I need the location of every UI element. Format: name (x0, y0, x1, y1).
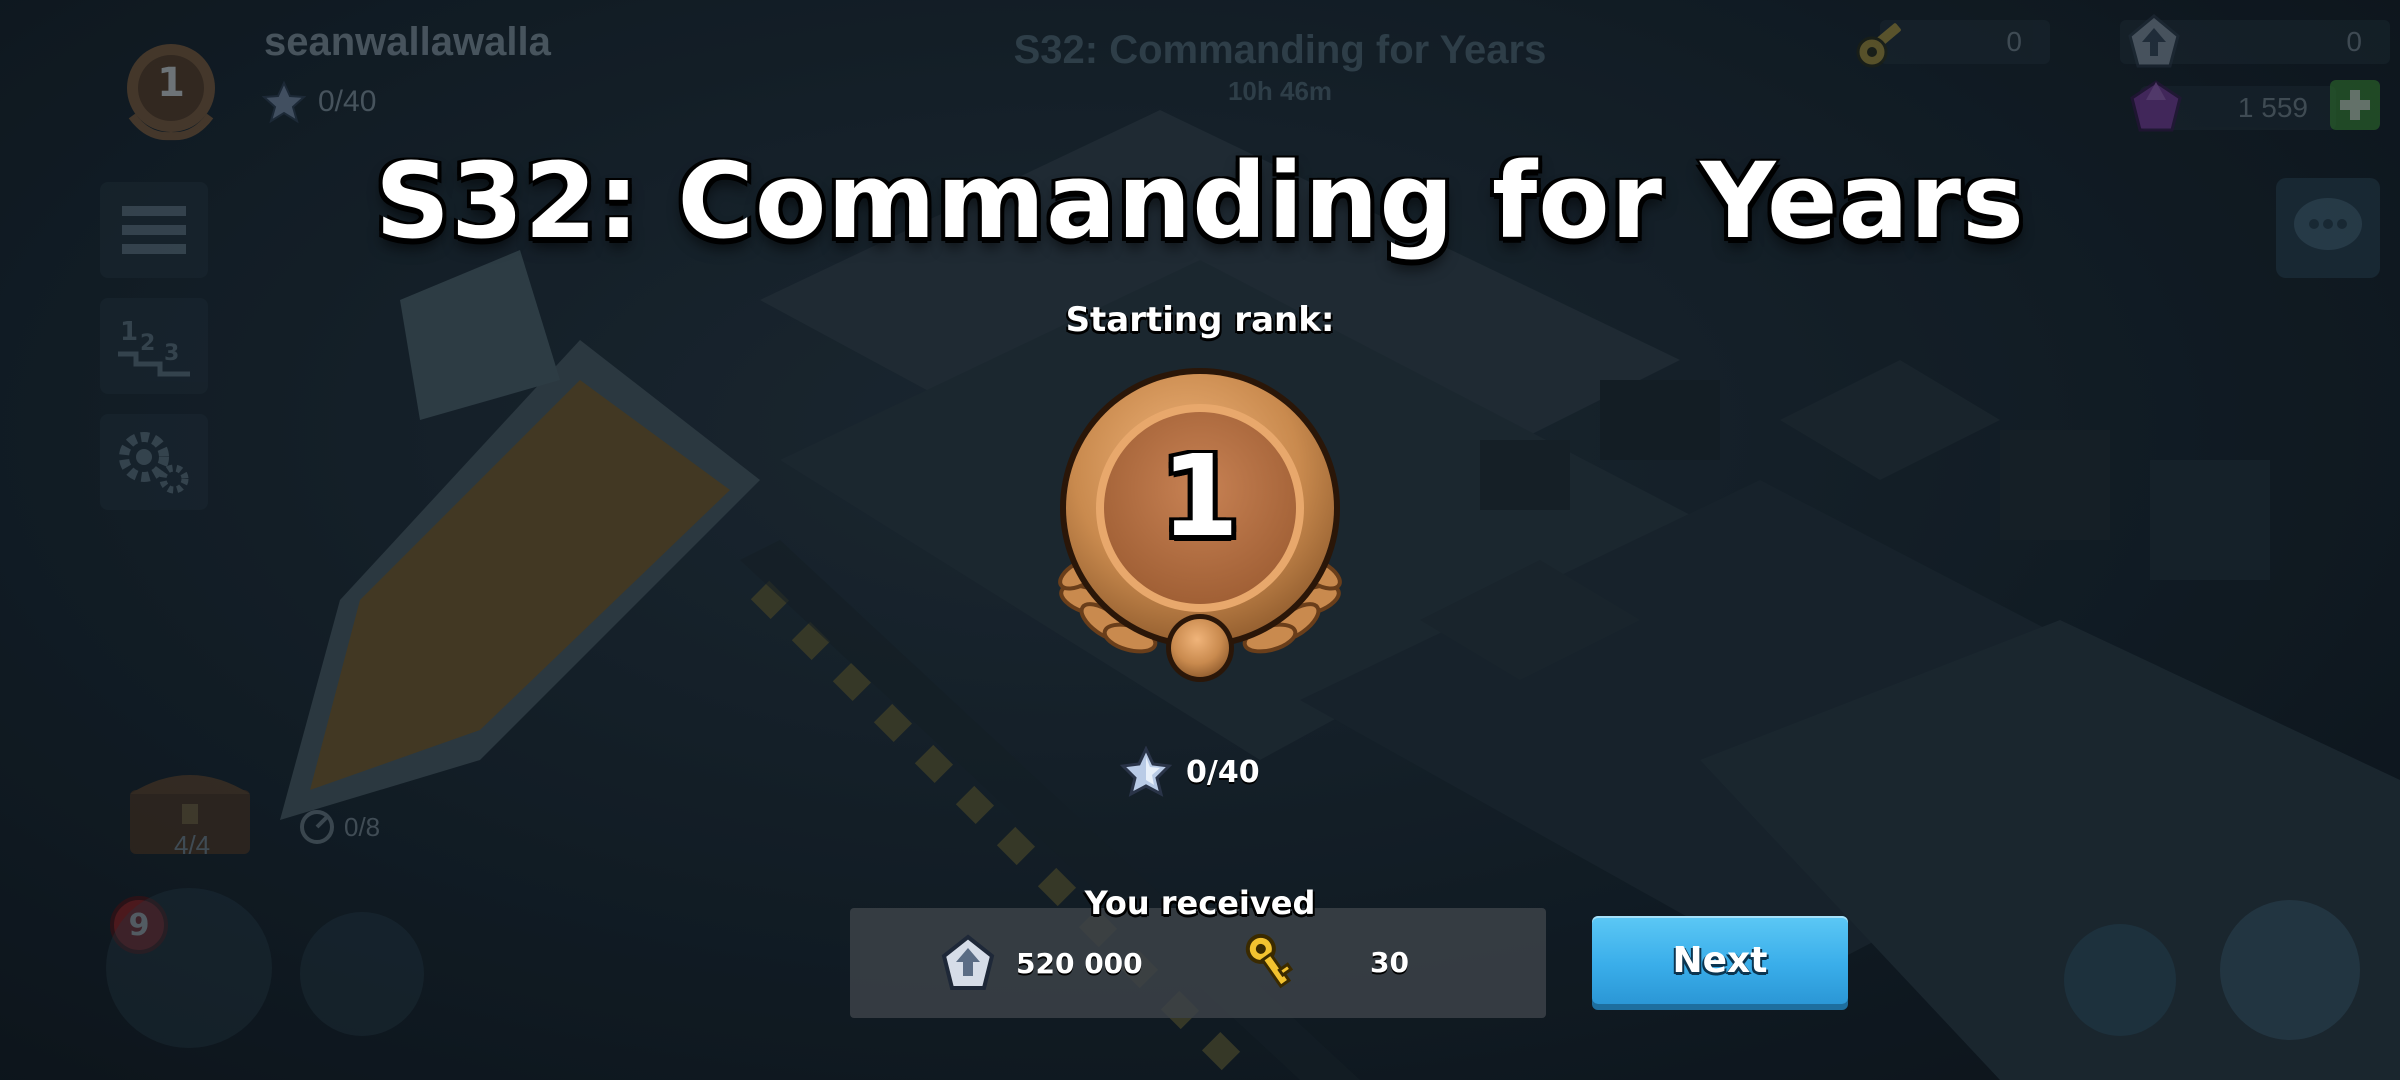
stars-progress: 0/40 (1120, 746, 1260, 798)
stars-progress-value: 0/40 (1186, 754, 1260, 790)
rank-number: 1 (1161, 432, 1239, 562)
reward-intel: 520 000 (940, 934, 1143, 992)
rank-medal: 1 (1050, 360, 1350, 690)
reward-keys: 30 (1240, 930, 1409, 994)
intel-icon (941, 934, 995, 990)
next-button[interactable]: Next (1592, 916, 1848, 1004)
rewards-panel: 520 000 30 (850, 908, 1546, 1018)
reward-intel-amount: 520 000 (1016, 946, 1143, 980)
season-title: S32: Commanding for Years (375, 140, 2025, 262)
starting-rank-label: Starting rank: (1065, 300, 1335, 340)
star-icon (1120, 746, 1172, 797)
reward-keys-amount: 30 (1370, 945, 1409, 979)
key-icon (1245, 933, 1294, 989)
received-label: You received (1084, 884, 1316, 922)
